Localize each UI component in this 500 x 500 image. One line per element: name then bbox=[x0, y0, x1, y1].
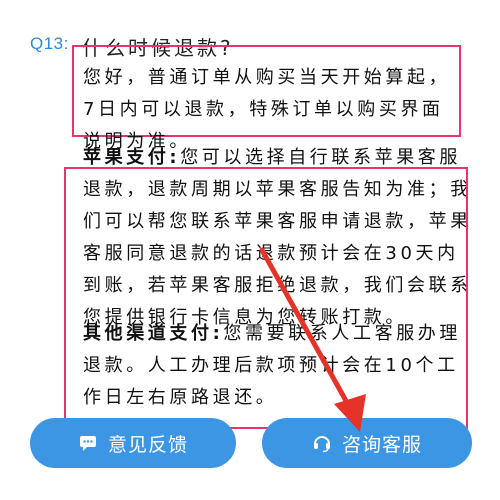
other-channel-heading: 其他渠道支付: bbox=[83, 323, 224, 344]
watermark-logo: Bai 经验 bbox=[449, 481, 494, 495]
headset-icon bbox=[312, 433, 332, 453]
customer-service-button[interactable]: 咨询客服 bbox=[262, 418, 472, 468]
feedback-button[interactable]: 意见反馈 bbox=[30, 418, 236, 468]
customer-service-button-label: 咨询客服 bbox=[341, 433, 422, 456]
chat-icon bbox=[78, 433, 98, 453]
apple-pay-heading: 苹果支付: bbox=[83, 147, 181, 168]
answer-other: 其他渠道支付:您需要联系人工客服办理退款。人工办理后款项预计会在10个工作日左右… bbox=[83, 318, 473, 414]
feedback-button-label: 意见反馈 bbox=[107, 433, 188, 456]
question-number: Q13: bbox=[30, 34, 69, 53]
